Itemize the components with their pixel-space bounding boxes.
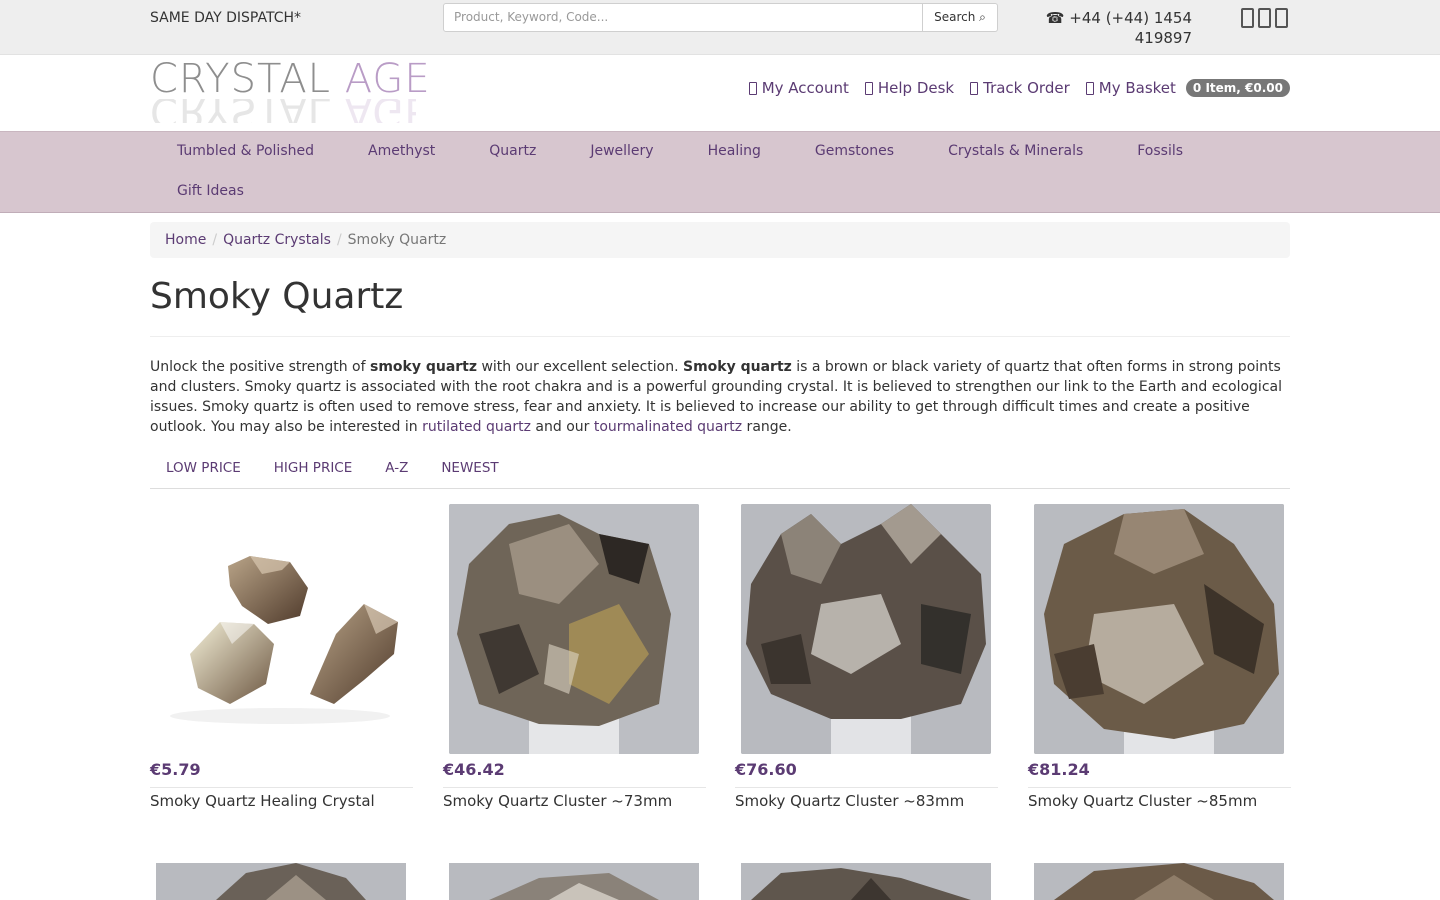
product-price: €46.42 [443,760,505,779]
nav-item-jewellery[interactable]: Jewellery [563,132,680,172]
nav-item-amethyst[interactable]: Amethyst [341,132,462,172]
phone-icon: ☎ [1045,9,1065,27]
logo-word-crystal: CRYSTAL [150,56,331,102]
product-image[interactable] [156,863,406,900]
phone-line-2: 419897 [1134,29,1192,47]
phone-line-1: +44 (+44) 1454 [1069,9,1192,27]
breadcrumb-separator: / [212,232,218,248]
instagram-icon[interactable] [1275,8,1288,28]
product-name[interactable]: Smoky Quartz Cluster ~85mm [1028,791,1257,811]
product-price: €5.79 [150,760,201,779]
top-bar: SAME DAY DISPATCH* Product, Keyword, Cod… [0,0,1440,55]
account-nav: My Account Help Desk Track Order My Bask… [748,79,1290,97]
help-icon [864,81,873,95]
nav-item-crystals-minerals[interactable]: Crystals & Minerals [921,132,1110,172]
nav-item-gemstones[interactable]: Gemstones [788,132,921,172]
twitter-icon[interactable] [1258,8,1271,28]
site-logo[interactable]: CRYSTAL AGE CRYSTAL AGE [150,56,430,125]
rutilated-quartz-link[interactable]: rutilated quartz [422,419,531,435]
product-price: €81.24 [1028,760,1090,779]
product-divider [1028,787,1291,788]
breadcrumb: Home / Quartz Crystals / Smoky Quartz [150,222,1290,258]
product-card[interactable]: €5.79 Smoky Quartz Healing Crystal [150,504,413,810]
product-image[interactable] [449,504,699,754]
help-desk-link[interactable]: Help Desk [864,79,954,97]
category-description: Unlock the positive strength of smoky qu… [150,359,1282,435]
product-divider [443,787,706,788]
sort-newest[interactable]: NEWEST [425,448,515,488]
breadcrumb-home[interactable]: Home [165,232,206,248]
facebook-icon[interactable] [1241,8,1254,28]
truck-icon [970,81,979,95]
user-icon [748,81,757,95]
product-image[interactable] [1034,504,1284,754]
search-input[interactable]: Product, Keyword, Code... [443,3,923,32]
product-card[interactable]: €46.42 Smoky Quartz Cluster ~73mm [443,504,706,810]
product-name[interactable]: Smoky Quartz Cluster ~73mm [443,791,672,811]
logo-word-age: AGE [344,56,431,102]
title-divider [150,336,1290,337]
main-nav: Tumbled & Polished Amethyst Quartz Jewel… [0,131,1440,213]
product-image[interactable] [449,863,699,900]
product-card[interactable]: €76.60 Smoky Quartz Cluster ~83mm [735,504,998,810]
product-price: €76.60 [735,760,797,779]
my-account-link[interactable]: My Account [748,79,849,97]
product-image[interactable] [150,504,413,754]
nav-item-fossils[interactable]: Fossils [1110,132,1210,172]
breadcrumb-quartz-crystals[interactable]: Quartz Crystals [223,232,331,248]
product-name[interactable]: Smoky Quartz Cluster ~83mm [735,791,964,811]
phone-number[interactable]: ☎ +44 (+44) 1454 419897 [1046,8,1192,48]
product-image[interactable] [741,863,991,900]
nav-item-quartz[interactable]: Quartz [462,132,563,172]
search-button-label: Search [934,10,976,24]
nav-item-gift-ideas[interactable]: Gift Ideas [150,172,271,212]
sort-bar: LOW PRICE HIGH PRICE A-Z NEWEST [150,448,1290,489]
dispatch-notice: SAME DAY DISPATCH* [150,10,301,26]
product-name[interactable]: Smoky Quartz Healing Crystal [150,791,375,811]
search-button[interactable]: Search ⌕ [923,3,998,32]
page-title: Smoky Quartz [150,276,404,317]
basket-icon [1085,81,1094,95]
sort-high-price[interactable]: HIGH PRICE [258,448,370,488]
breadcrumb-current: Smoky Quartz [347,232,447,248]
search-form: Product, Keyword, Code... Search ⌕ [443,3,998,32]
sort-a-z[interactable]: A-Z [369,448,425,488]
basket-badge: 0 Item, €0.00 [1185,79,1290,97]
my-basket-link[interactable]: My Basket 0 Item, €0.00 [1085,79,1290,97]
tourmalinated-quartz-link[interactable]: tourmalinated quartz [594,419,742,435]
product-card[interactable]: €81.24 Smoky Quartz Cluster ~85mm [1028,504,1291,810]
track-order-link[interactable]: Track Order [970,79,1070,97]
breadcrumb-separator: / [336,232,342,248]
product-divider [150,787,413,788]
site-header: CRYSTAL AGE CRYSTAL AGE My Account Help … [0,55,1440,131]
search-icon: ⌕ [979,10,986,24]
product-divider [735,787,998,788]
sort-low-price[interactable]: LOW PRICE [150,448,258,488]
nav-item-healing[interactable]: Healing [681,132,788,172]
logo-reflection: CRYSTAL AGE [150,99,416,123]
social-links [1241,8,1288,28]
nav-item-tumbled-polished[interactable]: Tumbled & Polished [150,132,341,172]
product-image[interactable] [1034,863,1284,900]
product-image[interactable] [741,504,991,754]
